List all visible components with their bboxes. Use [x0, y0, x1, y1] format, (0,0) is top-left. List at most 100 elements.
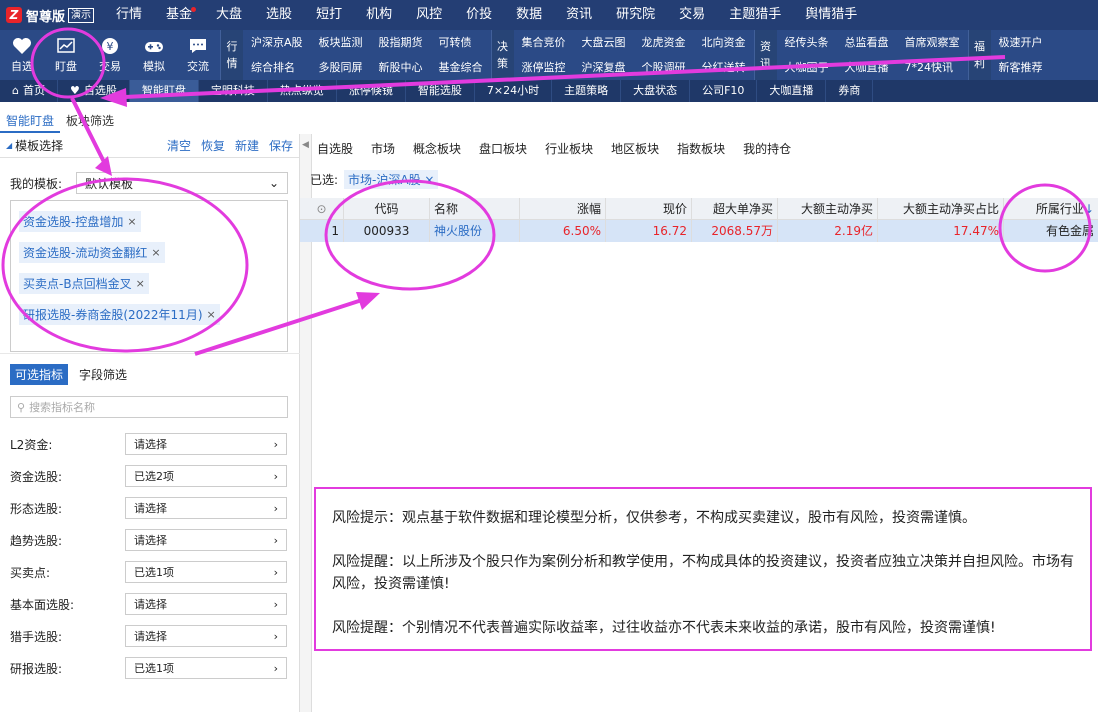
- toolbar-button-jiaoyi[interactable]: ¥ 交易: [88, 30, 132, 80]
- group-link[interactable]: 极速开户: [991, 30, 1051, 55]
- template-select[interactable]: 默认模板 ⌄: [76, 172, 288, 194]
- filter-select[interactable]: 请选择 ›: [125, 529, 287, 551]
- toolbar-button-jiaoliu[interactable]: 交流: [176, 30, 220, 80]
- col-super-net[interactable]: 超大单净买: [692, 198, 778, 219]
- menu-item-zhutilieshou[interactable]: 主题猎手: [717, 0, 793, 30]
- tab-index[interactable]: 指数板块: [673, 140, 725, 157]
- close-icon[interactable]: ×: [424, 173, 434, 187]
- toolbar-button-moni[interactable]: 模拟: [132, 30, 176, 80]
- col-industry[interactable]: 所属行业↓: [1004, 198, 1098, 219]
- filter-select[interactable]: 请选择 ›: [125, 433, 287, 455]
- group-link[interactable]: 新客推荐: [991, 55, 1051, 80]
- subtab-smart-watch[interactable]: 智能盯盘: [0, 111, 61, 133]
- tab-watchlist[interactable]: ♥ 自选股: [58, 80, 130, 102]
- tab-broker[interactable]: 券商: [826, 80, 874, 102]
- filter-select[interactable]: 已选1项 ›: [125, 561, 287, 583]
- tag-chip[interactable]: 资金选股-流动资金翻红 ×: [19, 242, 165, 263]
- menu-item-zixun[interactable]: 资讯: [554, 0, 604, 30]
- group-link[interactable]: 沪深复盘: [574, 55, 634, 80]
- group-link[interactable]: 新股中心: [371, 55, 431, 80]
- menu-item-dapan[interactable]: 大盘: [204, 0, 254, 30]
- group-link[interactable]: 集合竞价: [514, 30, 574, 55]
- save-button[interactable]: 保存: [269, 137, 293, 154]
- menu-item-yanjiuyuan[interactable]: 研究院: [604, 0, 667, 30]
- indicator-search-input[interactable]: ⚲ 搜索指标名称: [10, 396, 288, 418]
- menu-item-xuangu[interactable]: 选股: [254, 0, 304, 30]
- col-change[interactable]: 涨幅: [520, 198, 606, 219]
- selected-chip[interactable]: 市场-沪深A股 ×: [344, 170, 439, 189]
- tab-smart-watch[interactable]: 智能盯盘: [129, 80, 199, 102]
- tab-concept[interactable]: 概念板块: [409, 140, 461, 157]
- group-link[interactable]: 股指期货: [371, 30, 431, 55]
- group-link[interactable]: 北向资金: [694, 30, 754, 55]
- subtab-sector-filter[interactable]: 板块筛选: [60, 111, 120, 133]
- tag-chip[interactable]: 研报选股-券商金股(2022年11月) ×: [19, 304, 220, 325]
- collapse-triangle-icon[interactable]: ◢: [6, 141, 12, 150]
- close-icon[interactable]: ×: [136, 277, 145, 290]
- col-large-net[interactable]: 大额主动净买: [778, 198, 878, 219]
- menu-item-jijin[interactable]: 基金: [154, 0, 204, 30]
- filter-select[interactable]: 请选择 ›: [125, 497, 287, 519]
- toolbar-button-dingpan[interactable]: 盯盘: [44, 30, 88, 80]
- group-link[interactable]: 基金综合: [431, 55, 491, 80]
- new-button[interactable]: 新建: [235, 137, 259, 154]
- menu-item-yuqinglieshou[interactable]: 舆情猎手: [793, 0, 869, 30]
- col-price[interactable]: 现价: [606, 198, 692, 219]
- tab-limitup[interactable]: 涨停倏镜: [337, 80, 406, 102]
- group-link[interactable]: 龙虎资金: [634, 30, 694, 55]
- collapse-left-icon[interactable]: ◀: [302, 140, 309, 150]
- group-link[interactable]: 首席观察室: [897, 30, 968, 55]
- tab-market-state[interactable]: 大盘状态: [621, 80, 691, 102]
- group-link[interactable]: 可转债: [431, 30, 491, 55]
- group-link[interactable]: 沪深京A股: [243, 30, 311, 55]
- tab-handicap[interactable]: 盘口板块: [475, 140, 527, 157]
- restore-button[interactable]: 恢复: [201, 137, 225, 154]
- group-link[interactable]: 大咖直播: [837, 55, 897, 80]
- close-icon[interactable]: ×: [207, 308, 216, 321]
- toolbar-button-zixuan[interactable]: 自选: [0, 30, 44, 80]
- close-icon[interactable]: ×: [151, 246, 160, 259]
- tab-field-filter[interactable]: 字段筛选: [74, 364, 132, 385]
- group-link[interactable]: 大咖圈子: [777, 55, 837, 80]
- tag-chip[interactable]: 买卖点-B点回档金叉 ×: [19, 273, 149, 294]
- tab-industry[interactable]: 行业板块: [541, 140, 593, 157]
- filter-select[interactable]: 请选择 ›: [125, 593, 287, 615]
- group-link[interactable]: 总监看盘: [837, 30, 897, 55]
- group-link[interactable]: 综合排名: [243, 55, 311, 80]
- tab-market[interactable]: 市场: [367, 140, 395, 157]
- tab-7x24[interactable]: 7×24小时: [475, 80, 553, 102]
- filter-select[interactable]: 已选1项 ›: [125, 657, 287, 679]
- col-name[interactable]: 名称: [430, 198, 520, 219]
- tab-theme-strategy[interactable]: 主题策略: [552, 80, 622, 102]
- tab-my-holdings[interactable]: 我的持仓: [739, 140, 791, 157]
- menu-item-hangqing[interactable]: 行情: [104, 0, 154, 30]
- group-link[interactable]: 多股同屏: [311, 55, 371, 80]
- tab-optional-indicators[interactable]: 可选指标: [10, 364, 69, 385]
- menu-item-fengkong[interactable]: 风控: [404, 0, 454, 30]
- group-link[interactable]: 板块监测: [311, 30, 371, 55]
- group-link[interactable]: 大盘云图: [574, 30, 634, 55]
- tab-baoming[interactable]: 宝明科技: [199, 80, 268, 102]
- menu-item-duanda[interactable]: 短打: [304, 0, 354, 30]
- menu-item-shuju[interactable]: 数据: [504, 0, 554, 30]
- menu-item-jiaoyi[interactable]: 交易: [667, 0, 717, 30]
- tab-f10[interactable]: 公司F10: [690, 80, 758, 102]
- filter-select[interactable]: 请选择 ›: [125, 625, 287, 647]
- clear-button[interactable]: 清空: [167, 137, 191, 154]
- group-link[interactable]: 涨停监控: [514, 55, 574, 80]
- col-code[interactable]: 代码: [344, 198, 430, 219]
- group-link[interactable]: 个股调研: [634, 55, 694, 80]
- group-link[interactable]: 分红送转: [694, 55, 754, 80]
- group-link[interactable]: 经传头条: [777, 30, 837, 55]
- filter-select[interactable]: 已选2项 ›: [125, 465, 287, 487]
- tab-home[interactable]: ⌂ 首页: [0, 80, 58, 102]
- tab-live[interactable]: 大咖直播: [757, 80, 827, 102]
- col-large-ratio[interactable]: 大额主动净买占比: [878, 198, 1004, 219]
- cell-name[interactable]: 神火股份: [430, 220, 520, 242]
- tab-watchlist-stocks[interactable]: 自选股: [313, 140, 353, 157]
- tab-smart-pick[interactable]: 智能选股: [406, 80, 475, 102]
- tab-region[interactable]: 地区板块: [607, 140, 659, 157]
- settings-icon[interactable]: ⊙: [300, 198, 344, 219]
- menu-item-jigou[interactable]: 机构: [354, 0, 404, 30]
- group-link[interactable]: 7*24快讯: [897, 55, 968, 80]
